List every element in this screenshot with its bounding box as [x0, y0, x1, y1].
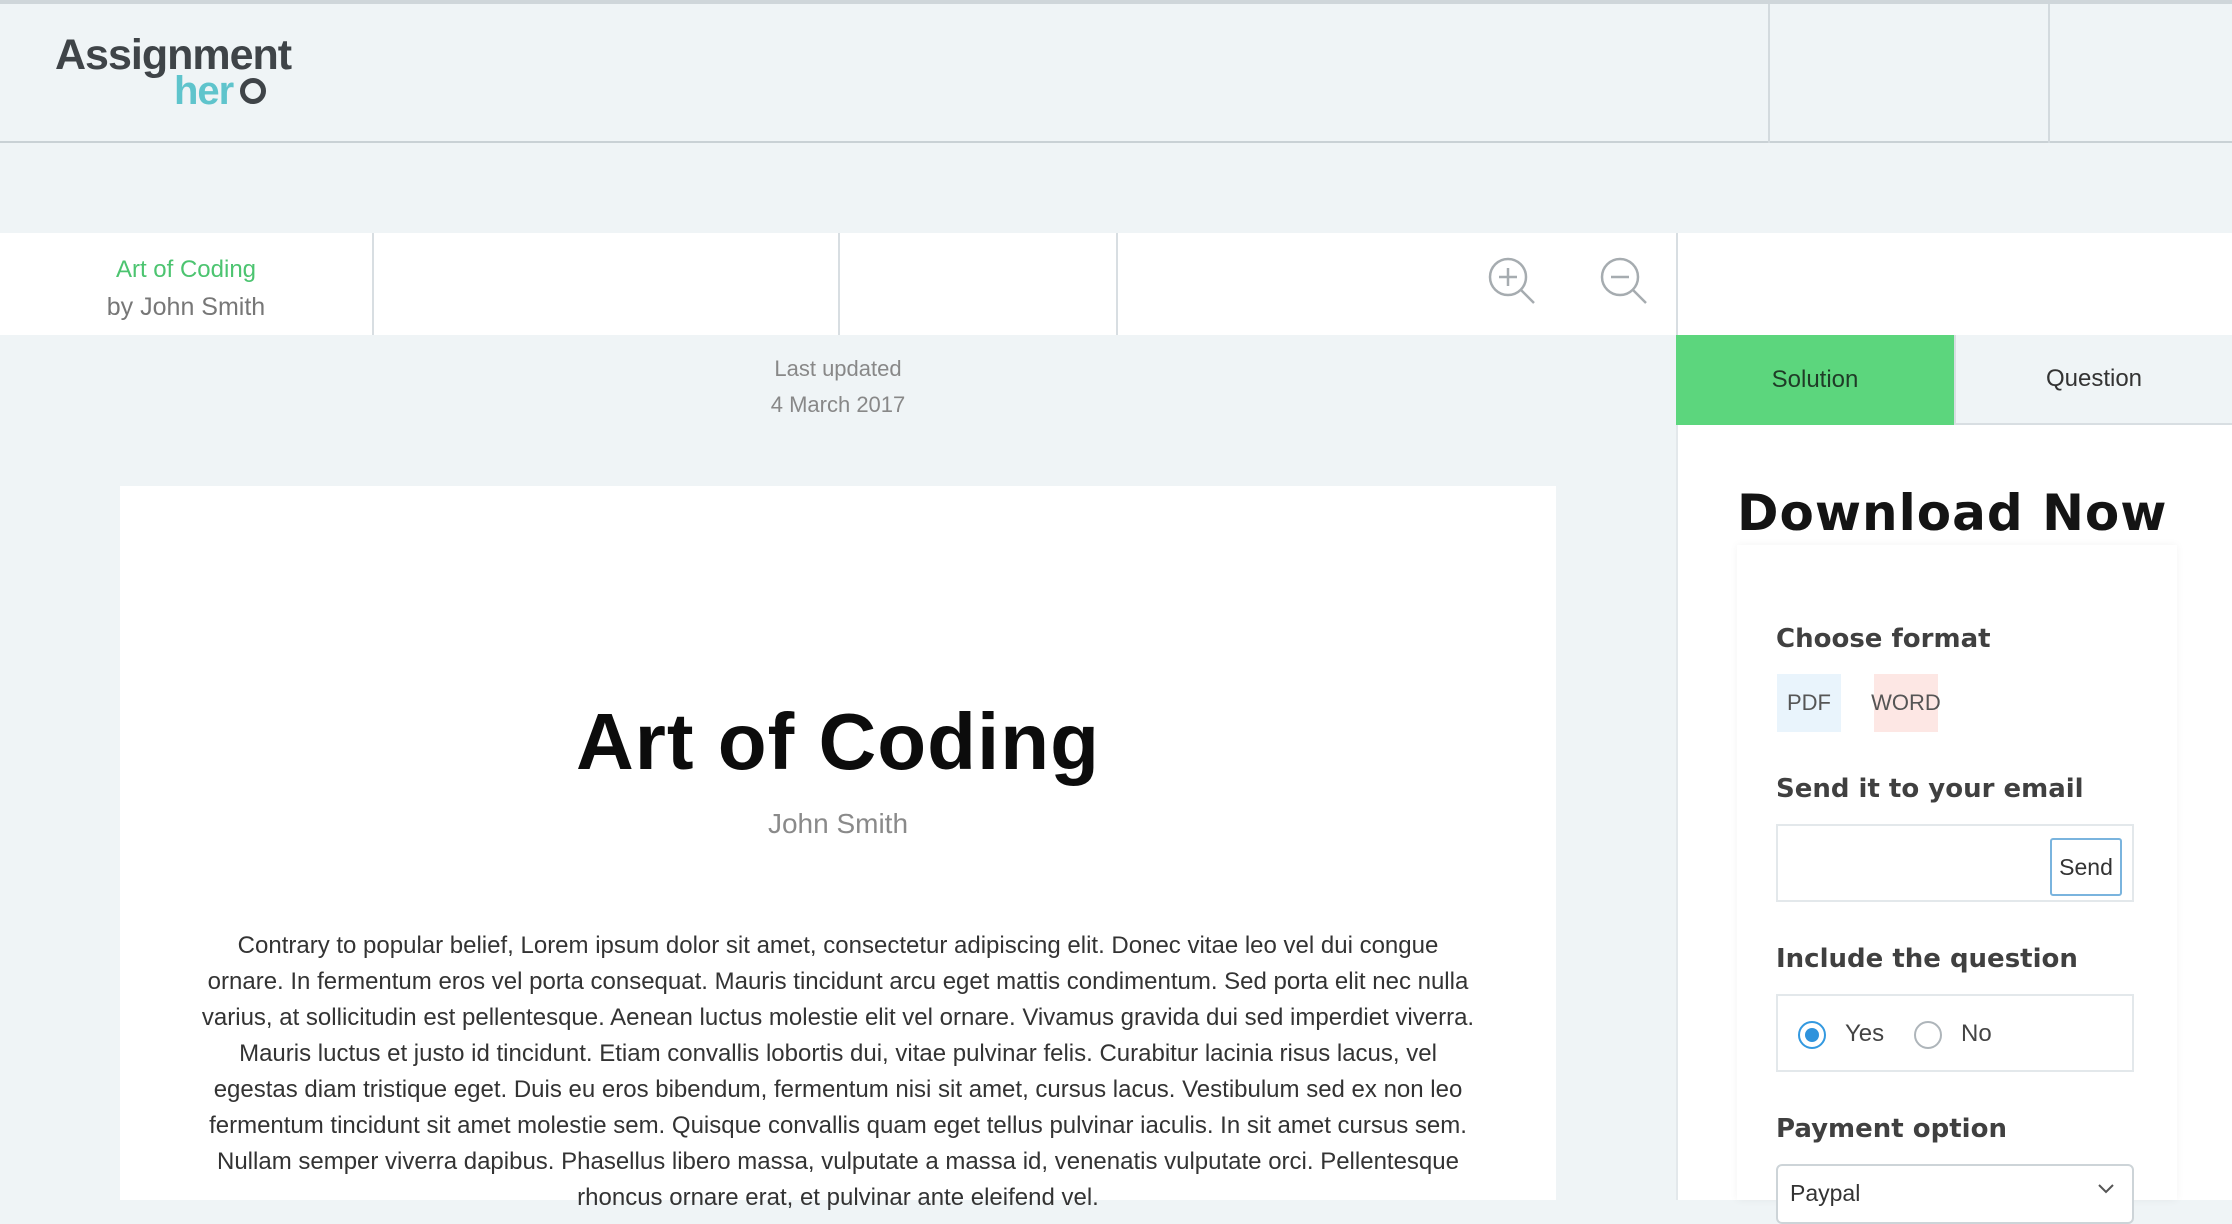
- document-author: John Smith: [767, 808, 909, 839]
- format-word-button[interactable]: WORD: [1871, 674, 1941, 732]
- radio-yes-label[interactable]: Yes: [1845, 1020, 1884, 1048]
- zoom-in-icon: [1488, 257, 1535, 304]
- payment-option-label: Payment option: [1776, 1114, 2007, 1144]
- toolbar-divider: [1676, 233, 1678, 335]
- assignment-hero-logo[interactable]: Assignment her: [55, 30, 292, 116]
- document-body: Contrary to popular belief, Lorem ipsum …: [201, 932, 1475, 1211]
- app-header: [0, 4, 2232, 143]
- zoom-out-icon: [1600, 257, 1647, 304]
- toolbar-divider: [838, 233, 840, 335]
- zoom-in-button[interactable]: [1486, 255, 1538, 307]
- radio-no[interactable]: [1914, 1021, 1942, 1049]
- send-button[interactable]: Send: [2050, 838, 2122, 896]
- zoom-out-button[interactable]: [1598, 255, 1650, 307]
- choose-format-label: Choose format: [1776, 624, 1991, 654]
- email-input[interactable]: [1780, 830, 2044, 896]
- header-divider: [1768, 4, 1770, 143]
- download-now-heading: Download Now: [1737, 484, 2168, 542]
- document-title: Art of Coding: [576, 697, 1100, 786]
- last-updated-date: 4 March 2017: [770, 392, 906, 417]
- chevron-down-icon: [2098, 1184, 2114, 1194]
- include-question-label: Include the question: [1776, 944, 2078, 974]
- right-toolbar-area: [1678, 233, 2232, 335]
- toolbar-doc-author: by John Smith: [106, 293, 266, 321]
- toolbar-doc-title[interactable]: Art of Coding: [0, 256, 372, 284]
- email-label: Send it to your email: [1776, 774, 2084, 804]
- logo-text-bottom: her: [174, 69, 234, 113]
- header-divider: [2048, 4, 2050, 143]
- radio-no-label[interactable]: No: [1961, 1020, 1992, 1048]
- toolbar-divider: [1116, 233, 1118, 335]
- format-pdf-button[interactable]: PDF: [1777, 674, 1841, 732]
- toolbar-divider: [372, 233, 374, 335]
- payment-select-value: Paypal: [1790, 1180, 1861, 1206]
- tab-solution[interactable]: Solution: [1676, 335, 1954, 425]
- logo-ring-icon: [240, 78, 266, 104]
- radio-yes[interactable]: [1798, 1021, 1826, 1049]
- tab-question[interactable]: Question: [1954, 335, 2232, 425]
- include-question-options: [1776, 994, 2134, 1072]
- last-updated-label: Last updated: [774, 356, 902, 381]
